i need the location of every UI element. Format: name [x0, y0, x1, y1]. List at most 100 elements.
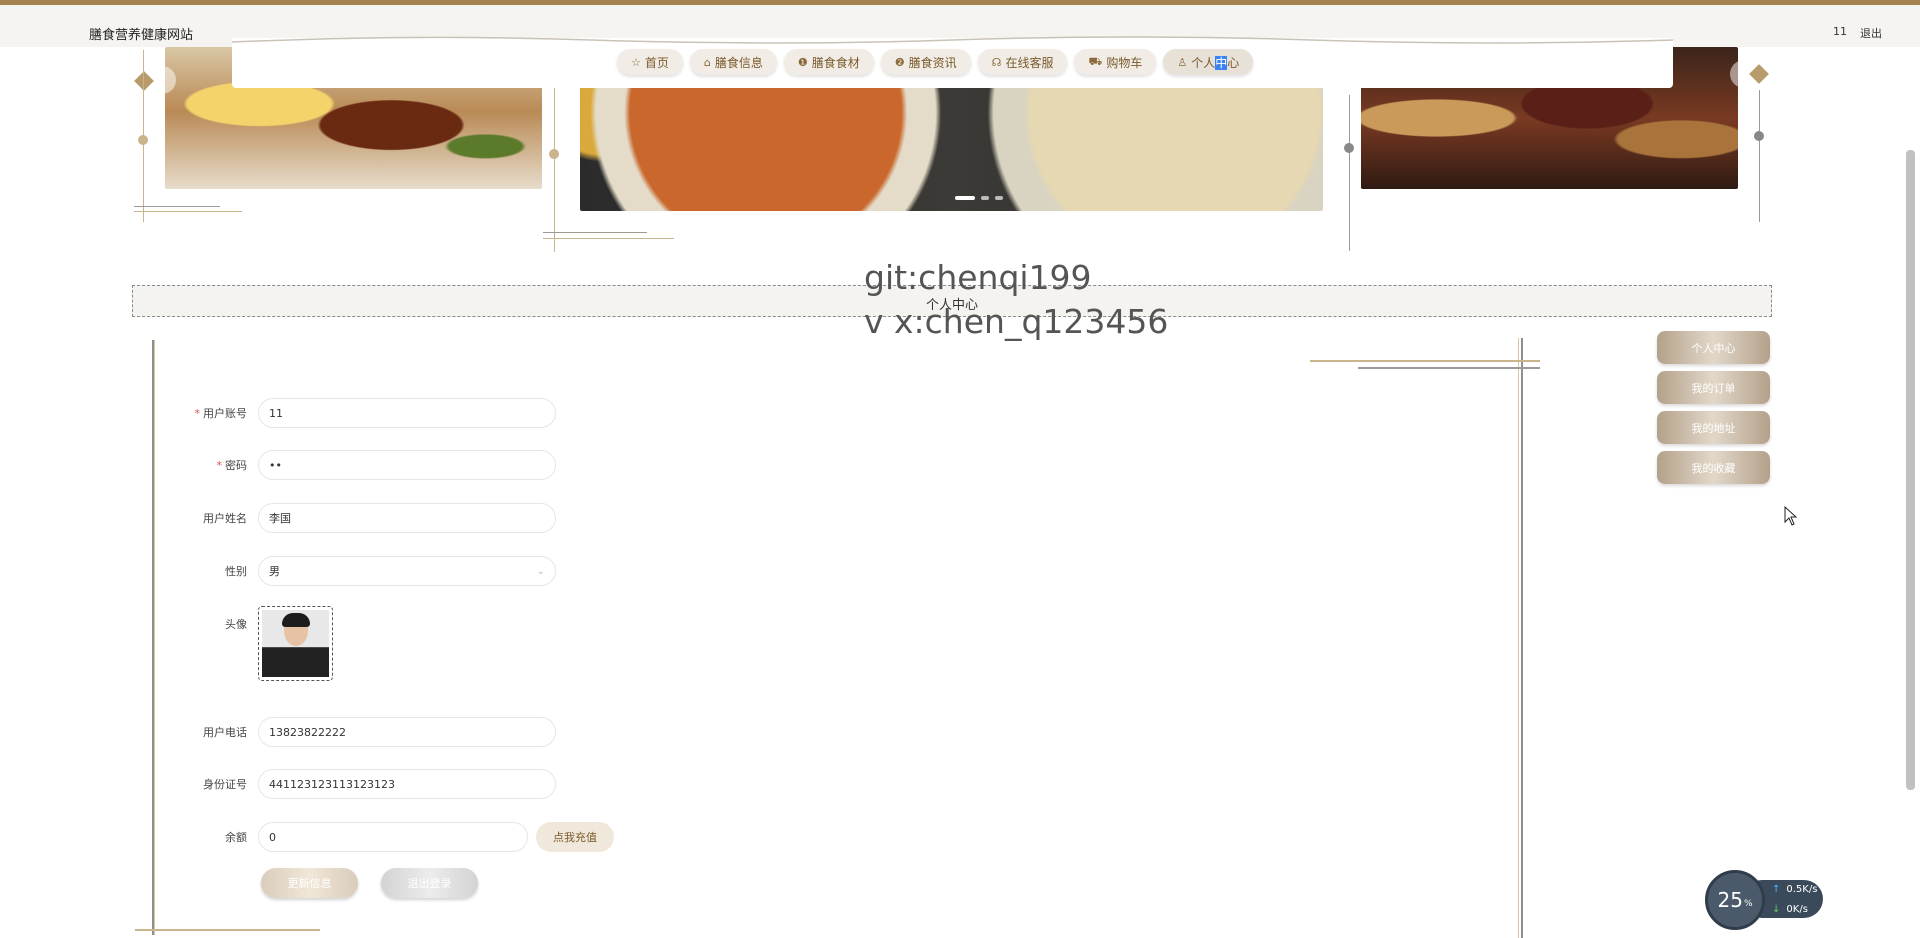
form-row-account: * 用户账号 11 [180, 398, 556, 428]
name-label: 用户姓名 [203, 512, 247, 525]
upload-speed-value: 0.5 [1786, 884, 1803, 895]
phone-field[interactable]: 13823822222 [258, 717, 556, 747]
user-name: 11 [1833, 25, 1847, 38]
nav-label-part: 个人 [1191, 55, 1216, 70]
avatar-hair [282, 613, 310, 627]
logout-link[interactable]: 退出 [1860, 25, 1882, 41]
form-row-password: * 密码 •• [180, 450, 556, 480]
update-info-button[interactable]: 更新信息 [261, 868, 358, 898]
frame-line [1521, 338, 1523, 938]
deco-dot [549, 149, 559, 159]
nav-wave [232, 36, 1673, 44]
logout-button[interactable]: 退出登录 [381, 868, 478, 898]
text-selection: 中 [1215, 55, 1228, 70]
form-row-phone: 用户电话 13823822222 [180, 717, 556, 747]
nav-item-home[interactable]: ☆ 首页 [617, 49, 683, 75]
carousel-dot[interactable] [955, 196, 975, 200]
info-icon: ❶ [797, 55, 808, 69]
id-label: 身份证号 [203, 778, 247, 791]
cpu-percent: 25% [1705, 870, 1765, 930]
carousel-dot[interactable] [981, 196, 989, 200]
arrow-down-icon: ↓ [1772, 904, 1781, 915]
avatar-upload[interactable] [258, 606, 333, 681]
download-speed: ↓ 0K/s [1772, 904, 1808, 915]
nav-item-profile[interactable]: ♙ 个人中心 [1163, 49, 1254, 75]
form-row-id: 身份证号 441123123113123123 [180, 769, 556, 799]
nav-label-part: 心 [1227, 55, 1240, 70]
deco-dot [138, 135, 148, 145]
password-label: * 密码 [180, 457, 258, 473]
form-row-balance: 余额 0 点我充值 [180, 822, 614, 852]
deco-line [134, 211, 242, 212]
gender-select[interactable]: 男 ⌄ [258, 556, 556, 586]
avatar [262, 610, 329, 677]
account-field[interactable]: 11 [258, 398, 556, 428]
deco-line [134, 206, 220, 207]
side-item-favorites[interactable]: 我的收藏 [1657, 451, 1770, 484]
site-title: 膳食营养健康网站 [89, 28, 194, 43]
nav-item-label: 膳食资讯 [908, 55, 957, 70]
nav-item-label: 膳食食材 [811, 55, 860, 70]
user-icon: ♙ [1177, 55, 1188, 69]
required-mark: * [216, 459, 223, 472]
nav-item-ingredients[interactable]: ❶ 膳食食材 [783, 49, 874, 75]
page-scrollbar[interactable] [1906, 150, 1915, 790]
id-number-field[interactable]: 441123123113123123 [258, 769, 556, 799]
deco-dot [1344, 143, 1354, 153]
deco-line [1310, 360, 1540, 362]
percent-unit: % [1743, 899, 1753, 909]
frame-line [154, 340, 155, 935]
nav-item-label: 膳食信息 [714, 55, 763, 70]
form-row-name: 用户姓名 李国 [180, 503, 556, 533]
side-menu: 个人中心 我的订单 我的地址 我的收藏 [1657, 331, 1770, 484]
watermark-line: git:chenqi199 [864, 258, 1092, 297]
password-field[interactable]: •• [258, 450, 556, 480]
main-nav: ☆ 首页 ⌂ 膳食信息 ❶ 膳食食材 ❷ 膳食资讯 ☊ 在线客服 ⛟ 购物车 ♙ 个人中心 [617, 49, 1254, 75]
gender-label: 性别 [225, 565, 247, 578]
deco-line [1358, 367, 1540, 369]
side-item-profile[interactable]: 个人中心 [1657, 331, 1770, 364]
form-row-avatar: 头像 [180, 606, 333, 681]
nav-item-news[interactable]: ❷ 膳食资讯 [880, 49, 971, 75]
carousel-dot[interactable] [995, 196, 1003, 200]
name-field[interactable]: 李国 [258, 503, 556, 533]
deco-line [135, 929, 320, 931]
deco-line [1349, 95, 1350, 251]
balance-label: 余额 [225, 831, 247, 844]
deco-line [543, 238, 674, 239]
question-icon: ❷ [894, 55, 905, 69]
headset-icon: ☊ [991, 55, 1002, 69]
gender-value: 男 [269, 565, 280, 578]
frame-line [1518, 338, 1519, 938]
nav-item-support[interactable]: ☊ 在线客服 [977, 49, 1068, 75]
arrow-up-icon: ↑ [1772, 884, 1781, 895]
deco-line [543, 232, 647, 233]
cart-icon: ⛟ [1088, 54, 1103, 68]
nav-item-cart[interactable]: ⛟ 购物车 [1074, 49, 1157, 75]
carousel-dots [955, 196, 1003, 200]
bag-icon: ⌂ [703, 55, 711, 69]
recharge-button[interactable]: 点我充值 [536, 822, 614, 852]
deco-dot [1754, 131, 1764, 141]
network-speed-widget[interactable]: 25% ↑ 0.5K/s ↓ 0K/s [1705, 870, 1823, 930]
watermark-line: v x:chen_q123456 [864, 302, 1169, 341]
account-label-text: 用户账号 [203, 407, 247, 420]
speed-unit: K/s [1802, 884, 1818, 895]
required-mark: * [194, 407, 201, 420]
side-item-address[interactable]: 我的地址 [1657, 411, 1770, 444]
watermark: git:chenqi199 v x:chen_q123456 [864, 256, 1168, 344]
password-label-text: 密码 [225, 459, 247, 472]
nav-item-label: 首页 [644, 55, 669, 70]
side-item-orders[interactable]: 我的订单 [1657, 371, 1770, 404]
cpu-percent-value: 25 [1717, 888, 1743, 912]
account-label: * 用户账号 [180, 405, 258, 421]
balance-field[interactable]: 0 [258, 822, 528, 852]
deco-line [1759, 90, 1760, 222]
speed-unit: K/s [1792, 904, 1808, 915]
upload-speed: ↑ 0.5K/s [1772, 884, 1817, 895]
nav-item-label: 购物车 [1106, 55, 1143, 70]
nav-item-diet-info[interactable]: ⌂ 膳食信息 [689, 49, 777, 75]
form-row-gender: 性别 男 ⌄ [180, 556, 556, 586]
mouse-cursor-icon [1784, 506, 1798, 526]
avatar-label: 头像 [225, 618, 247, 631]
